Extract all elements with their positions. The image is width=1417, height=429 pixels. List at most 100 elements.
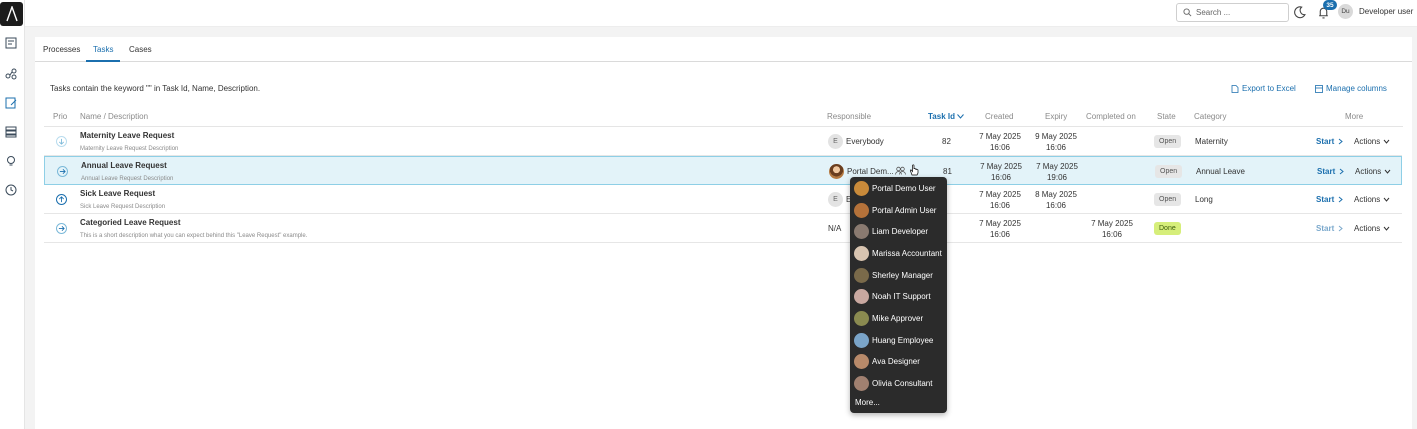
- process-icon[interactable]: [4, 67, 18, 81]
- actions-menu-button[interactable]: Actions: [1355, 167, 1391, 176]
- table-row[interactable]: Categoried Leave Request This is a short…: [44, 214, 1402, 243]
- dropdown-user-item[interactable]: Huang Employee: [854, 331, 933, 349]
- dropdown-user-name: Portal Admin User: [872, 205, 937, 215]
- avatar: [854, 202, 869, 218]
- column-header-created[interactable]: Created: [985, 112, 1013, 121]
- chevron-down-icon: [1383, 139, 1390, 144]
- dropdown-user-item[interactable]: Ava Designer: [854, 352, 920, 370]
- chevron-right-icon: [1338, 196, 1344, 203]
- start-button[interactable]: Start: [1316, 224, 1344, 233]
- created-date-value: 7 May 2025: [979, 132, 1021, 141]
- group-icon[interactable]: [895, 166, 906, 175]
- dropdown-user-item[interactable]: Sherley Manager: [854, 266, 933, 284]
- idea-icon[interactable]: [4, 154, 18, 168]
- completed-time-value: 16:06: [1101, 230, 1123, 239]
- manage-columns-button[interactable]: Manage columns: [1315, 84, 1387, 93]
- tasks-icon[interactable]: [4, 96, 18, 110]
- column-header-category[interactable]: Category: [1194, 112, 1226, 121]
- tab-bar: Processes Tasks Cases: [35, 37, 1412, 62]
- created-time-value: 16:06: [989, 201, 1011, 210]
- tab-processes[interactable]: Processes: [43, 45, 80, 54]
- manage-label: Manage columns: [1326, 84, 1387, 93]
- created-date: 7 May 2025 16:06: [979, 161, 1023, 183]
- user-name[interactable]: Developer user: [1359, 7, 1413, 16]
- responsible-dropdown: Portal Demo User Portal Admin User Liam …: [850, 177, 947, 413]
- app-logo[interactable]: [0, 2, 23, 26]
- column-header-prio[interactable]: Prio: [53, 112, 67, 121]
- task-name[interactable]: Sick Leave Request: [80, 189, 155, 198]
- start-label: Start: [1317, 167, 1336, 176]
- expiry-date: 9 May 2025 16:06: [1034, 131, 1078, 153]
- column-header-expiry[interactable]: Expiry: [1045, 112, 1067, 121]
- column-header-more: More: [1345, 112, 1364, 121]
- column-header-completed[interactable]: Completed on: [1086, 112, 1136, 121]
- sort-desc-icon: [957, 114, 965, 119]
- start-label: Start: [1316, 195, 1335, 204]
- chevron-right-icon: [1338, 225, 1344, 232]
- avatar: [854, 180, 869, 196]
- tab-tasks[interactable]: Tasks: [93, 45, 113, 54]
- table-row[interactable]: Sick Leave Request Sick Leave Request De…: [44, 185, 1402, 214]
- left-sidebar: [0, 0, 25, 429]
- task-description: Sick Leave Request Description: [80, 204, 166, 210]
- actions-menu-button[interactable]: Actions: [1354, 195, 1390, 204]
- tab-cases[interactable]: Cases: [129, 45, 152, 54]
- start-button[interactable]: Start: [1317, 167, 1345, 176]
- search-input[interactable]: Search ...: [1176, 3, 1289, 22]
- dropdown-user-name: Portal Demo User: [872, 183, 936, 193]
- dashboard-icon[interactable]: [4, 36, 18, 50]
- status-badge: Done: [1154, 222, 1181, 235]
- cases-icon[interactable]: [4, 125, 18, 139]
- created-time-value: 16:06: [989, 230, 1011, 239]
- chevron-right-icon: [1338, 138, 1344, 145]
- dropdown-user-item[interactable]: Portal Demo User: [854, 179, 936, 197]
- column-header-name[interactable]: Name / Description: [80, 112, 148, 121]
- column-header-state[interactable]: State: [1157, 112, 1176, 121]
- active-tab-indicator: [86, 60, 120, 62]
- created-date: 7 May 2025 16:06: [978, 218, 1022, 240]
- task-name[interactable]: Categoried Leave Request: [80, 218, 180, 227]
- expiry-date: 8 May 2025 16:06: [1034, 189, 1078, 211]
- actions-menu-button[interactable]: Actions: [1354, 224, 1390, 233]
- task-name[interactable]: Annual Leave Request: [81, 161, 167, 170]
- dropdown-user-name: Marissa Accountant: [872, 248, 942, 258]
- avatar: [854, 245, 869, 261]
- dropdown-user-item[interactable]: Liam Developer: [854, 222, 928, 240]
- expiry-date-value: 8 May 2025: [1035, 190, 1077, 199]
- avatar: E: [828, 192, 843, 207]
- responsible-name[interactable]: Portal Dem...: [847, 167, 894, 176]
- dropdown-user-item[interactable]: Noah IT Support: [854, 287, 931, 305]
- dropdown-user-name: Mike Approver: [872, 313, 924, 323]
- dropdown-user-item[interactable]: Marissa Accountant: [854, 244, 942, 262]
- column-header-task-id[interactable]: Task Id: [928, 112, 965, 121]
- history-icon[interactable]: [4, 183, 18, 197]
- task-description: Maternity Leave Request Description: [80, 146, 179, 152]
- main-panel: Processes Tasks Cases Tasks contain the …: [35, 37, 1412, 429]
- completed-date-value: 7 May 2025: [1091, 219, 1133, 228]
- dropdown-user-item[interactable]: Portal Admin User: [854, 201, 936, 219]
- actions-menu-button[interactable]: Actions: [1354, 137, 1390, 146]
- hand-cursor-icon: [910, 164, 919, 176]
- actions-label: Actions: [1354, 195, 1381, 204]
- actions-label: Actions: [1354, 137, 1381, 146]
- avatar[interactable]: Du: [1338, 4, 1353, 19]
- dropdown-user-name: Sherley Manager: [872, 270, 933, 280]
- dropdown-user-item[interactable]: Olivia Consultant: [854, 374, 932, 392]
- dropdown-user-item[interactable]: Mike Approver: [854, 309, 923, 327]
- task-name[interactable]: Maternity Leave Request: [80, 131, 174, 140]
- dark-mode-icon[interactable]: [1293, 6, 1306, 19]
- dropdown-more-link[interactable]: More...: [855, 398, 880, 407]
- category: Annual Leave: [1196, 167, 1245, 176]
- start-button[interactable]: Start: [1316, 137, 1344, 146]
- avatar: [854, 375, 869, 391]
- column-header-responsible[interactable]: Responsible: [827, 112, 871, 121]
- task-description: Annual Leave Request Description: [81, 176, 174, 182]
- start-button[interactable]: Start: [1316, 195, 1344, 204]
- start-label: Start: [1316, 224, 1335, 233]
- table-row[interactable]: Annual Leave Request Annual Leave Reques…: [44, 156, 1402, 185]
- export-excel-button[interactable]: Export to Excel: [1231, 84, 1296, 93]
- columns-icon: [1315, 84, 1323, 93]
- status-badge: Open: [1154, 135, 1182, 148]
- table-row[interactable]: Maternity Leave Request Maternity Leave …: [44, 127, 1402, 156]
- chevron-right-icon: [1339, 168, 1345, 175]
